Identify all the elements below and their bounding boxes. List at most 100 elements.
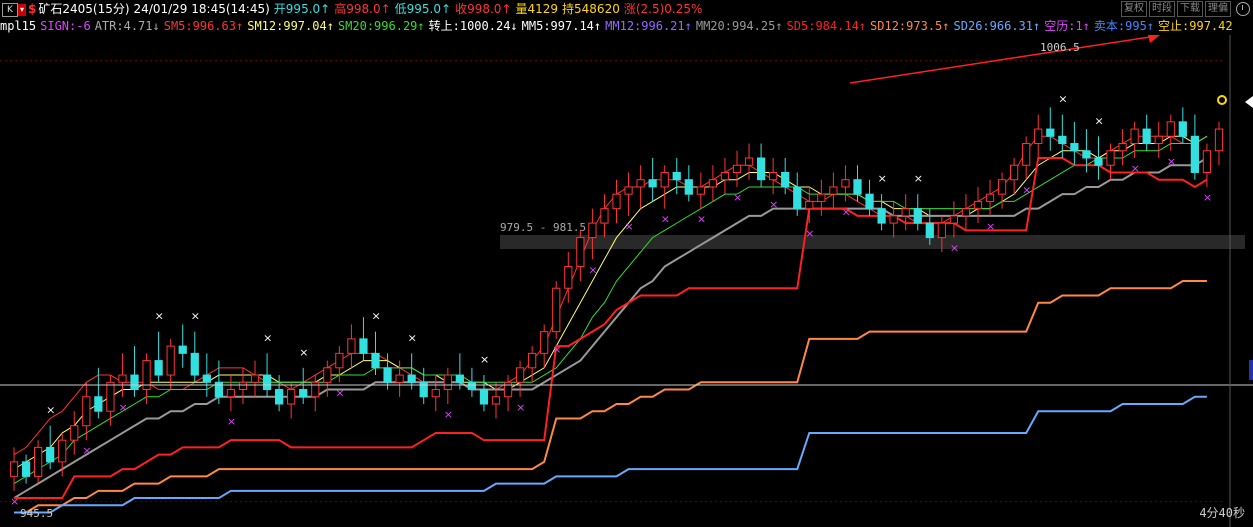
candle: [973, 186, 983, 224]
candle-body: [1010, 164, 1019, 181]
signal-x-marker: ×: [950, 242, 959, 255]
candle: [202, 353, 211, 397]
candle: [1118, 129, 1127, 166]
signal-x-marker: ×: [1058, 93, 1067, 106]
candle-body: [865, 193, 874, 210]
sd5-value: SD5:984.14↑: [786, 19, 867, 33]
candle-body: [94, 396, 103, 412]
signal-x-marker: ×: [625, 220, 634, 233]
signal-x-marker: ×: [733, 191, 742, 204]
candle-body: [913, 208, 922, 224]
candle: [154, 331, 163, 383]
candle: [817, 179, 826, 216]
signal-x-marker: ×: [661, 213, 670, 226]
candle-body: [540, 331, 549, 354]
candle: [588, 208, 597, 260]
candle: [648, 158, 657, 202]
candle: [1058, 114, 1067, 158]
candle: [46, 425, 55, 470]
signal-x-marker: ×: [299, 346, 308, 359]
candle-body: [479, 389, 489, 405]
candle-body: [46, 446, 55, 463]
candle-body: [118, 374, 127, 383]
candle: [9, 447, 19, 491]
kongzhi-value: 空止:997.42: [1158, 19, 1233, 33]
signal-x-marker: ×: [1167, 155, 1176, 168]
candle: [756, 143, 766, 187]
candle: [347, 324, 356, 368]
candle-body: [190, 352, 199, 376]
sd12-value: SD12:973.5↑: [870, 19, 950, 33]
kline-icon[interactable]: K: [2, 2, 18, 17]
download-button[interactable]: 下载: [1177, 1, 1203, 17]
open-interest: 持548620: [562, 2, 620, 16]
candle: [684, 165, 693, 202]
candle: [130, 346, 139, 397]
candle: [70, 411, 79, 455]
candle-body: [708, 179, 718, 188]
candle-body: [1094, 157, 1103, 166]
candle-body: [1142, 128, 1151, 145]
deviation-button[interactable]: 理偏: [1205, 1, 1231, 17]
candle-body: [1118, 143, 1127, 152]
scroll-arrow-icon[interactable]: [1245, 96, 1253, 108]
candle-body: [624, 186, 633, 195]
candle: [612, 179, 621, 224]
signal-x-marker: ×: [878, 172, 887, 185]
signal-x-marker: ×: [769, 198, 778, 211]
sm20-value: SM20:996.29↑: [337, 19, 425, 33]
candle: [178, 324, 187, 368]
candlestick-chart[interactable]: 979.5 - 981.5 ××××× ×××××××××××××× ×××××× ×…: [0, 35, 1253, 527]
indicator-name[interactable]: mpl15: [0, 18, 36, 34]
candle-body: [781, 171, 790, 188]
signal-x-marker: ×: [118, 401, 127, 414]
signal-x-marker: ×: [227, 415, 236, 428]
range-label: 979.5 - 981.5: [500, 221, 586, 234]
signal-x-marker: ×: [516, 401, 525, 414]
signal-x-marker: ×: [10, 495, 19, 508]
candle-body: [925, 222, 934, 239]
candle-body: [769, 171, 778, 181]
candle-body: [226, 389, 236, 398]
signal-x-marker: ×: [46, 404, 55, 417]
candle-body: [588, 222, 597, 239]
candle-body: [1178, 121, 1187, 137]
dropdown-icon[interactable]: ▾: [18, 3, 26, 16]
mm20-value: MM20:994.25↑: [695, 19, 783, 33]
candle: [299, 367, 308, 404]
candle-body: [1166, 121, 1175, 137]
restore-rights-button[interactable]: 复权: [1121, 1, 1147, 17]
candle-body: [1190, 135, 1199, 173]
signal-x-marker: ×: [805, 227, 814, 240]
candle-body: [732, 164, 742, 173]
candle-body: [503, 381, 513, 398]
signal-x-marker: ×: [588, 263, 597, 276]
candle-body: [1022, 143, 1031, 166]
candle-body: [636, 179, 645, 188]
signal-circle: [1217, 95, 1227, 105]
signal-x-marker: ×: [697, 213, 706, 226]
candle: [1046, 107, 1055, 151]
candle-body: [1070, 143, 1079, 152]
candle-body: [1202, 150, 1212, 173]
candle-body: [166, 345, 175, 376]
candle-body: [299, 389, 308, 398]
candle: [262, 353, 272, 397]
candle-body: [431, 389, 440, 398]
candle: [190, 331, 199, 383]
countdown-timer: 4分40秒: [1199, 506, 1245, 520]
signal-x-marker: ×: [82, 444, 91, 457]
candle: [877, 194, 886, 231]
signal-x-marker: ×: [444, 408, 453, 421]
candle-body: [937, 222, 946, 239]
candle: [359, 317, 368, 361]
candle: [624, 172, 633, 216]
low-label: 945.5: [20, 507, 53, 520]
candle-body: [178, 345, 187, 354]
candle-body: [1058, 135, 1067, 145]
clock-icon[interactable]: [1236, 2, 1250, 16]
candle-body: [383, 367, 392, 383]
signal-x-marker: ×: [986, 220, 995, 233]
time-period-button[interactable]: 时段: [1149, 1, 1175, 17]
candle-body: [371, 352, 380, 369]
